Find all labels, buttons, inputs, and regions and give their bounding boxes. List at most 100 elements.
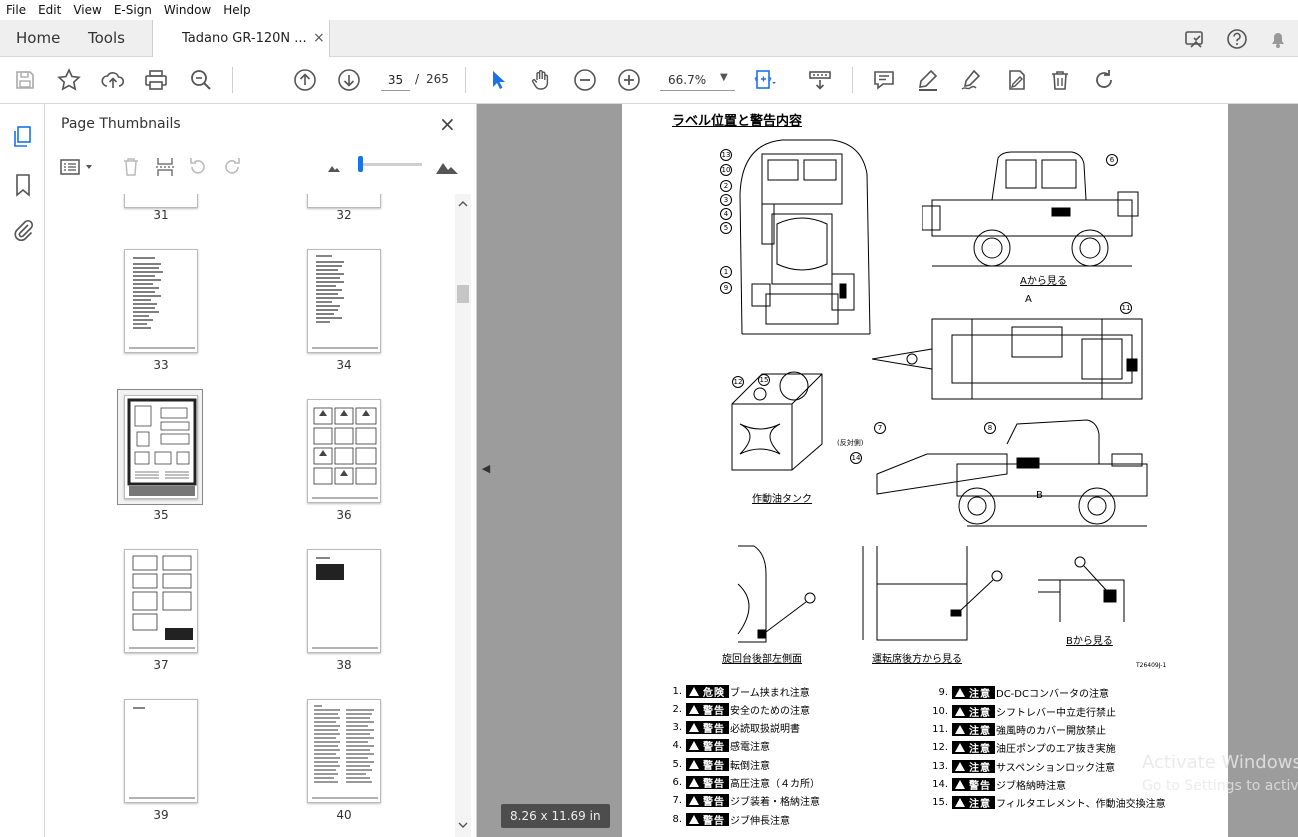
caption-cab-rear: 運転席後方から見る [872, 654, 962, 665]
save-icon[interactable] [13, 68, 37, 92]
caution-badge: 注意 [952, 795, 995, 810]
hand-pan-icon[interactable] [529, 68, 553, 92]
page-up-icon[interactable] [293, 68, 317, 92]
menu-edit[interactable]: Edit [32, 0, 67, 20]
cab-rear-detail-drawing [862, 546, 1003, 641]
arrow-a-label: A [1025, 294, 1032, 305]
bookmark-star-icon[interactable] [57, 68, 81, 92]
page-down-icon[interactable] [337, 68, 361, 92]
thumbnail-label: 36 [336, 508, 352, 522]
thumbnail-options-icon[interactable] [59, 156, 97, 178]
attachments-icon[interactable] [11, 218, 35, 242]
thumbnail-page-35[interactable] [124, 395, 198, 499]
callout-2: 2 [720, 180, 732, 192]
scroll-down-icon[interactable] [458, 821, 468, 829]
thumbnail-page-37[interactable] [124, 549, 198, 653]
tab-document[interactable]: Tadano GR-120N ... × [152, 20, 330, 57]
sign-icon[interactable] [1004, 68, 1028, 92]
thumbnail-page-40[interactable] [307, 699, 381, 803]
page-heading: ラベル位置と警告内容 [672, 114, 803, 129]
thumbnail-labels-preview [312, 557, 378, 649]
close-panel-icon[interactable]: × [439, 112, 456, 136]
thumbnail-text-preview [312, 255, 378, 349]
caution-badge: 注意 [952, 704, 995, 719]
arrow-b-label: B [1036, 490, 1043, 501]
scroll-mode-icon[interactable] [808, 68, 832, 92]
thumbnail-labels-preview [312, 407, 378, 499]
thumbnail-size-slider[interactable] [358, 156, 422, 172]
thumbnail-page-33[interactable] [124, 249, 198, 353]
document-viewer[interactable]: ◀ ラベル位置と警告内容 Aから見る A 作動油タンク (反対側) B 旋回台後… [477, 104, 1298, 837]
label-item: 5. 警告 転倒注意 [672, 757, 770, 772]
left-rail [0, 104, 45, 837]
thumbnail-page-38[interactable] [307, 549, 381, 653]
delete-page-icon[interactable] [120, 156, 142, 178]
thumbnail-label: 38 [336, 658, 352, 672]
zoom-out-icon[interactable] [573, 68, 597, 92]
slider-handle[interactable] [358, 156, 363, 172]
bookmarks-icon[interactable] [11, 173, 35, 197]
thumbnail-page-39[interactable] [124, 699, 198, 803]
help-icon[interactable] [1226, 28, 1248, 50]
draw-icon[interactable] [960, 68, 984, 92]
rear-left-detail-drawing [737, 545, 816, 643]
callout-13: 13 [720, 149, 732, 161]
comment-icon[interactable] [872, 68, 896, 92]
label-item: 1. 危険 ブーム挟まれ注意 [672, 684, 810, 699]
activate-windows-text: Activate Windows [1142, 752, 1298, 773]
page-number-input[interactable] [381, 69, 410, 91]
menu-esign[interactable]: E-Sign [108, 0, 158, 20]
callout-15: 15 [758, 374, 770, 386]
callout-6: 6 [1106, 154, 1118, 166]
close-tab-icon[interactable]: × [313, 20, 325, 57]
thumbnail-scrollbar[interactable] [455, 194, 471, 837]
crane-top-view-drawing [872, 318, 1143, 400]
callout-14: 14 [850, 452, 862, 464]
page-size-indicator: 8.26 x 11.69 in [501, 804, 610, 828]
menu-bar: File Edit View E-Sign Window Help [0, 0, 1298, 20]
zoom-level-select[interactable]: 66.7% ▼ [660, 69, 735, 91]
label-item: 3. 警告 必読取扱説明書 [672, 720, 800, 735]
menu-help[interactable]: Help [217, 0, 256, 20]
extract-page-icon[interactable] [154, 156, 176, 178]
page-separator: / [415, 72, 420, 86]
menu-window[interactable]: Window [158, 0, 217, 20]
page-total: 265 [426, 72, 449, 86]
label-item: 8. 警告 ジブ伸長注意 [672, 812, 790, 827]
callout-9: 9 [720, 282, 732, 294]
highlight-pen-icon[interactable] [916, 68, 940, 92]
label-item: 6. 警告 高圧注意（４カ所） [672, 775, 820, 790]
warning-badge: 警告 [686, 793, 729, 808]
label-item: 10. 注意 シフトレバー中立走行禁止 [932, 704, 1116, 719]
delete-icon[interactable] [1048, 68, 1072, 92]
select-arrow-icon[interactable] [486, 68, 510, 92]
share-screen-icon[interactable] [1184, 28, 1206, 50]
menu-file[interactable]: File [0, 0, 32, 20]
thumbnail-larger-icon[interactable] [435, 156, 461, 178]
thumbnail-page-34[interactable] [307, 249, 381, 353]
thumbnail-smaller-icon[interactable] [323, 156, 345, 178]
thumbnail-page-31[interactable] [124, 194, 198, 208]
callout-12: 12 [732, 376, 744, 388]
upload-icon[interactable] [101, 68, 125, 92]
fit-page-icon[interactable] [752, 68, 776, 92]
print-icon[interactable] [144, 68, 168, 92]
page-thumbnails-icon[interactable] [11, 125, 35, 149]
rotate-icon[interactable] [1092, 68, 1116, 92]
scroll-up-icon[interactable] [458, 200, 468, 208]
notification-bell-icon[interactable] [1267, 28, 1289, 50]
menu-view[interactable]: View [67, 0, 107, 20]
zoom-in-icon[interactable] [617, 68, 641, 92]
collapse-panel-icon[interactable]: ◀ [477, 449, 495, 489]
thumbnail-label: 35 [153, 508, 169, 522]
thumbnail-page-36[interactable] [307, 399, 381, 503]
tab-home[interactable]: Home [16, 20, 60, 57]
thumbnail-label: 40 [336, 808, 352, 822]
scrollbar-thumb[interactable] [457, 285, 469, 303]
rotate-right-icon[interactable] [221, 156, 243, 178]
crane-side-view-b-drawing [876, 419, 1148, 527]
rotate-left-icon[interactable] [187, 156, 209, 178]
tab-tools[interactable]: Tools [88, 20, 125, 57]
zoom-search-icon[interactable] [189, 68, 213, 92]
thumbnail-page-32[interactable] [307, 194, 381, 208]
